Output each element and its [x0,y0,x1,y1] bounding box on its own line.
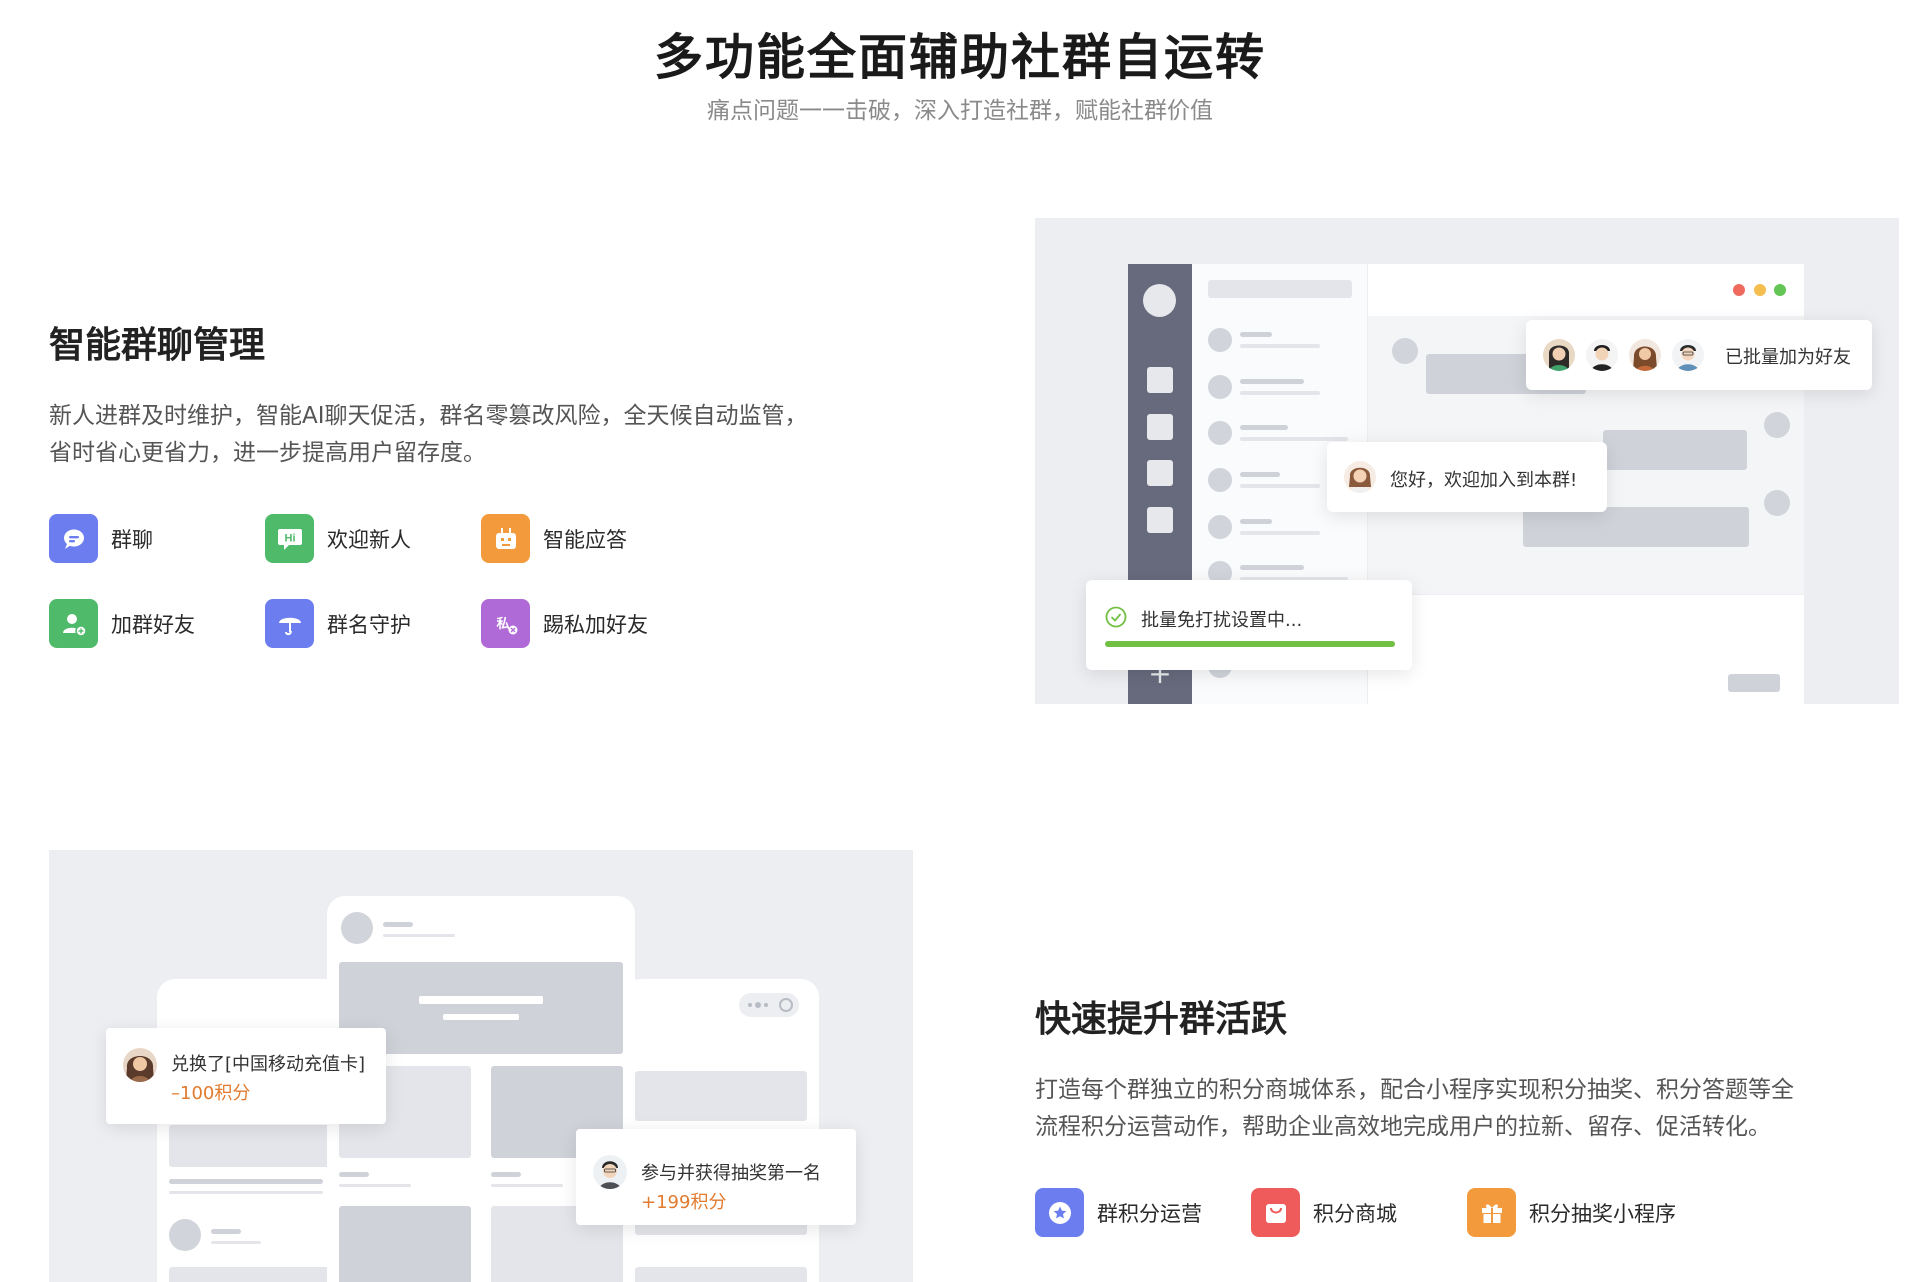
redeem-text: 兑换了[中国移动充值卡] [171,1054,366,1075]
feature-label: 积分商城 [1313,1201,1397,1226]
avatar [1672,339,1704,371]
feature-label: 加群好友 [111,612,195,637]
window-maximize-dot [1774,284,1786,296]
feature-points-ops[interactable]: 群积分运营 [1035,1188,1202,1237]
desc-line: 省时省心更省力，进一步提高用户留存度。 [49,440,486,466]
star-badge-icon [1035,1188,1084,1237]
robot-icon [481,514,530,563]
feature-label: 欢迎新人 [327,527,411,552]
nav-icon [1147,414,1173,440]
feature-label: 群积分运营 [1097,1201,1202,1226]
group-activity-illustration: 兑换了[中国移动充值卡] –100积分 参与并获得抽奖第一名 +199积分 [49,850,913,1282]
page-subtitle: 痛点问题一一击破，深入打造社群，赋能社群价值 [707,98,1213,124]
desc-line: 新人进群及时维护，智能AI聊天促活，群名零篡改风险，全天候自动监管， [49,403,808,429]
redeem-points: –100积分 [171,1083,251,1104]
avatar [1629,339,1661,371]
page-title: 多功能全面辅助社群自运转 [653,29,1266,86]
feature-add-friend[interactable]: 加群好友 [49,599,195,648]
feature-label: 群名守护 [327,612,411,637]
nav-icon [1147,367,1173,393]
dnd-progress-track [1105,641,1395,647]
avatar [1586,339,1618,371]
section-desc-group-activity: 打造每个群独立的积分商城体系，配合小程序实现积分抽奖、积分答题等全 流程积分运营… [1035,1072,1794,1146]
feature-label: 群聊 [111,527,153,552]
feature-welcome[interactable]: Hi 欢迎新人 [265,514,411,563]
svg-text:私: 私 [496,616,509,632]
miniapp-capsule [739,993,799,1017]
feature-label: 踢私加好友 [543,612,648,637]
add-user-icon [49,599,98,648]
window-minimize-dot [1754,284,1766,296]
welcome-message-toast: 您好，欢迎加入到本群! [1327,442,1607,512]
avatar [1344,461,1376,493]
redeem-toast: 兑换了[中国移动充值卡] –100积分 [106,1028,386,1124]
welcome-text: 您好，欢迎加入到本群! [1390,470,1578,491]
avatar [1143,284,1176,317]
svg-text:Hi: Hi [284,532,295,544]
section-title-group-activity: 快速提升群活跃 [1035,999,1288,1040]
dnd-progress-fill [1105,641,1395,647]
check-circle-icon [1105,606,1127,628]
section-title-smart-group: 智能群聊管理 [49,325,266,366]
desc-line: 流程积分运营动作，帮助企业高效地完成用户的拉新、留存、促活转化。 [1035,1114,1771,1140]
batch-friend-text: 已批量加为好友 [1725,347,1851,368]
lottery-toast: 参与并获得抽奖第一名 +199积分 [576,1129,856,1225]
feature-group-chat[interactable]: 群聊 [49,514,153,563]
shopping-bag-icon [1251,1188,1300,1237]
chat-icon [49,514,98,563]
feature-points-mall[interactable]: 积分商城 [1251,1188,1397,1237]
gift-icon [1467,1188,1516,1237]
group-manage-illustration: + 已批量加为好友 您好，欢迎加入到本群! 批量免打扰设置中... [1035,218,1899,704]
avatar [1543,339,1575,371]
desc-line: 打造每个群独立的积分商城体系，配合小程序实现积分抽奖、积分答题等全 [1035,1077,1794,1103]
umbrella-icon [265,599,314,648]
feature-name-guard[interactable]: 群名守护 [265,599,411,648]
window-close-dot [1733,284,1745,296]
feature-label: 积分抽奖小程序 [1529,1201,1676,1226]
avatar [123,1048,157,1082]
lottery-points: +199积分 [641,1192,727,1213]
feature-label: 智能应答 [543,527,627,552]
feature-smart-reply[interactable]: 智能应答 [481,514,627,563]
nav-icon [1147,507,1173,533]
dnd-status-text: 批量免打扰设置中... [1141,610,1303,631]
hi-icon: Hi [265,514,314,563]
feature-points-lottery[interactable]: 积分抽奖小程序 [1467,1188,1676,1237]
batch-add-friend-toast: 已批量加为好友 [1526,320,1872,390]
feature-kick-private[interactable]: 私 踢私加好友 [481,599,648,648]
avatar [593,1155,627,1189]
lottery-text: 参与并获得抽奖第一名 [641,1163,821,1184]
private-icon: 私 [481,599,530,648]
batch-dnd-progress-card: 批量免打扰设置中... [1086,580,1412,670]
section-desc-smart-group: 新人进群及时维护，智能AI聊天促活，群名零篡改风险，全天候自动监管， 省时省心更… [49,398,808,472]
nav-icon [1147,460,1173,486]
